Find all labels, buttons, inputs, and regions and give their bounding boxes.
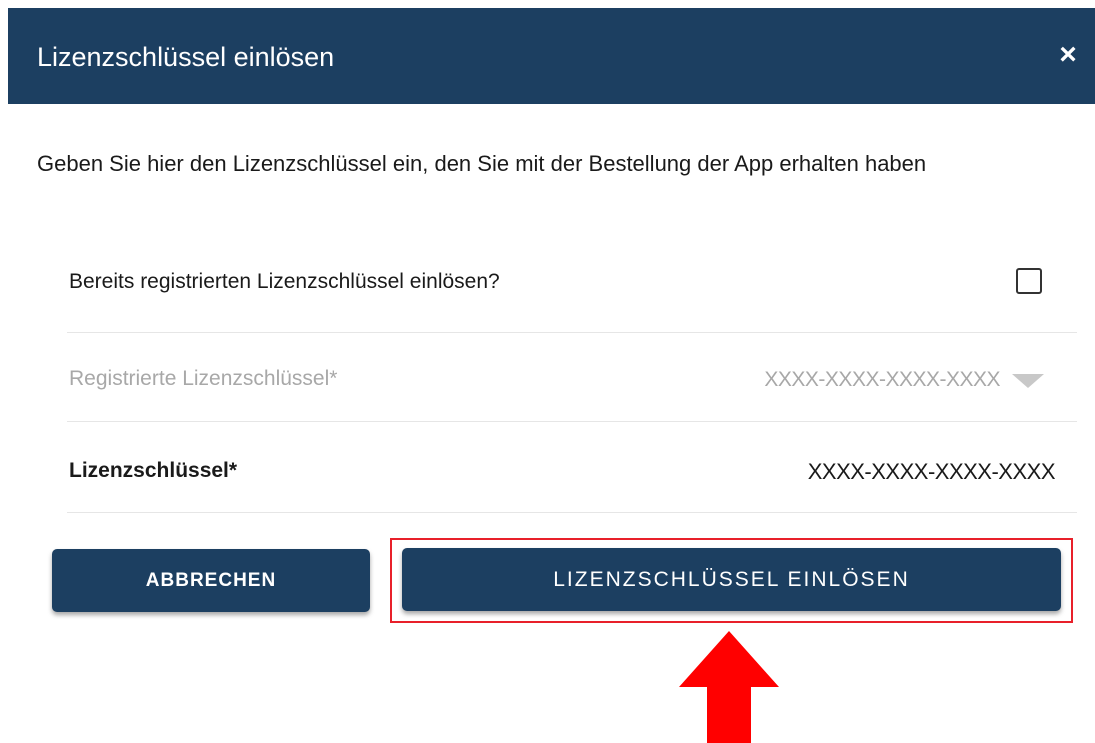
red-arrow-icon: [679, 631, 779, 743]
registered-key-checkbox[interactable]: [1016, 268, 1042, 294]
registered-key-question: Bereits registrierten Lizenzschlüssel ei…: [69, 270, 500, 293]
registered-keys-select[interactable]: XXXX-XXXX-XXXX-XXXX: [764, 368, 1000, 392]
divider: [67, 512, 1077, 513]
dropdown-arrow-icon[interactable]: [1012, 374, 1044, 388]
divider: [67, 421, 1077, 422]
redeem-license-button[interactable]: LIZENZSCHLÜSSEL EINLÖSEN: [402, 548, 1061, 611]
dialog-description: Geben Sie hier den Lizenzschlüssel ein, …: [37, 151, 927, 176]
license-key-input[interactable]: [733, 458, 1057, 486]
cancel-button[interactable]: ABBRECHEN: [52, 549, 370, 612]
divider: [67, 332, 1077, 333]
license-key-label: Lizenzschlüssel*: [69, 459, 238, 482]
registered-keys-label: Registrierte Lizenzschlüssel*: [69, 367, 338, 390]
dialog-header: Lizenzschlüssel einlösen ×: [8, 8, 1095, 104]
close-icon[interactable]: ×: [1051, 38, 1085, 72]
dialog-title: Lizenzschlüssel einlösen: [37, 42, 335, 72]
